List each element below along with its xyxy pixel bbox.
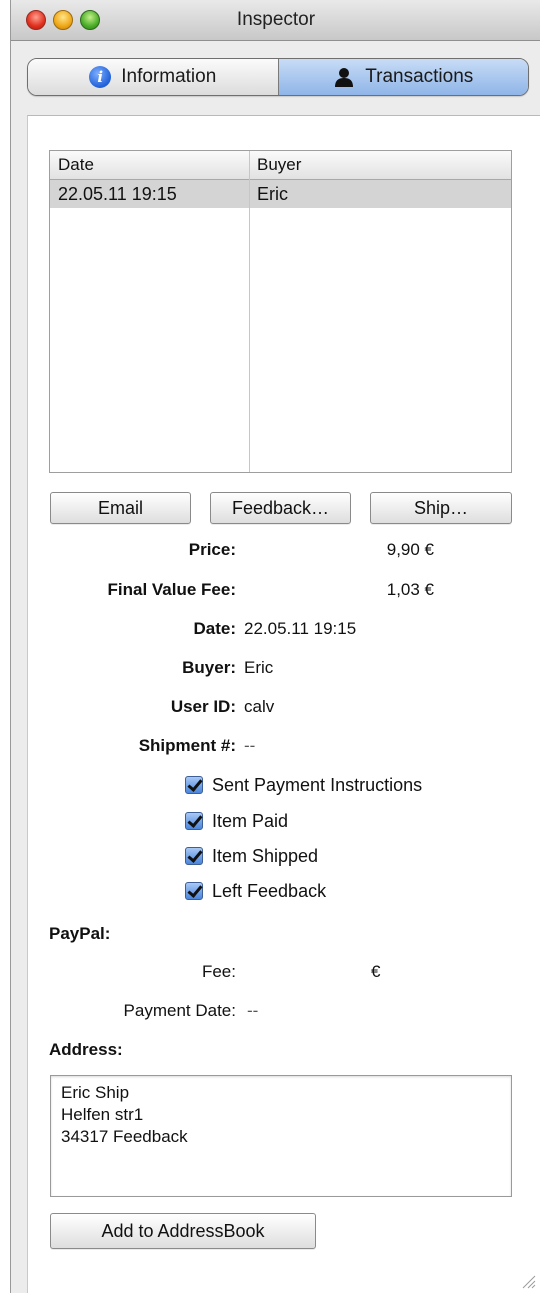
resize-grip-icon[interactable] xyxy=(518,1271,536,1289)
column-header-date[interactable]: Date xyxy=(58,155,94,175)
paypal-fee-currency: € xyxy=(371,962,381,981)
checkbox-checked-icon[interactable] xyxy=(185,847,203,865)
user-id-value: calv xyxy=(244,697,275,716)
buyer-value: Eric xyxy=(244,658,274,677)
shipment-value: -- xyxy=(244,736,256,755)
table-row[interactable]: 22.05.11 19:15 Eric xyxy=(50,180,511,208)
address-line: Helfen str1 xyxy=(61,1105,144,1124)
info-icon: i xyxy=(89,66,112,88)
checkbox-label: Item Paid xyxy=(212,810,289,831)
checkbox-checked-icon[interactable] xyxy=(185,812,203,830)
ship-button[interactable]: Ship… xyxy=(370,492,512,524)
feedback-button[interactable]: Feedback… xyxy=(210,492,351,524)
checkbox-label: Sent Payment Instructions xyxy=(212,774,423,795)
column-header-buyer[interactable]: Buyer xyxy=(257,155,301,175)
final-value-fee-value: 1,03 € xyxy=(386,580,434,599)
inspector-window: Inspector i Information Transactions Dat… xyxy=(10,0,540,1293)
paypal-fee-label: Fee: xyxy=(201,962,236,981)
tab-transactions-label: Transactions xyxy=(365,66,474,87)
date-value: 22.05.11 19:15 xyxy=(244,619,357,638)
inspector-tabs: i Information Transactions xyxy=(27,58,529,96)
address-line: 34317 Feedback xyxy=(61,1127,188,1146)
address-textarea[interactable]: Eric Ship Helfen str1 34317 Feedback xyxy=(50,1075,512,1197)
checkbox-item-shipped[interactable]: Item Shipped xyxy=(185,844,318,868)
column-divider xyxy=(249,151,250,472)
user-id-label: User ID: xyxy=(170,697,236,716)
shipment-label: Shipment #: xyxy=(138,736,236,755)
row-date-cell: 22.05.11 19:15 xyxy=(58,184,177,204)
add-to-addressbook-button[interactable]: Add to AddressBook xyxy=(50,1213,316,1249)
checkbox-item-paid[interactable]: Item Paid xyxy=(185,809,288,833)
price-label: Price: xyxy=(188,540,236,559)
checkbox-label: Item Shipped xyxy=(212,845,319,866)
checkbox-label: Left Feedback xyxy=(212,880,327,901)
table-header: Date Buyer xyxy=(50,151,511,180)
row-buyer-cell: Eric xyxy=(257,184,288,204)
checkbox-checked-icon[interactable] xyxy=(185,776,203,794)
title-bar[interactable]: Inspector xyxy=(11,0,540,41)
address-heading: Address: xyxy=(49,1040,123,1059)
payment-date-label: Payment Date: xyxy=(123,1001,236,1020)
price-value: 9,90 € xyxy=(386,540,434,559)
tab-information-label: Information xyxy=(121,66,217,87)
buyer-label: Buyer: xyxy=(182,658,236,677)
tab-transactions[interactable]: Transactions xyxy=(278,59,528,95)
paypal-heading: PayPal: xyxy=(49,924,111,943)
window-title: Inspector xyxy=(236,9,316,30)
payment-date-value: -- xyxy=(247,1001,259,1020)
checkbox-left-feedback[interactable]: Left Feedback xyxy=(185,879,326,903)
checkbox-checked-icon[interactable] xyxy=(185,882,203,900)
date-label: Date: xyxy=(193,619,236,638)
tab-information[interactable]: i Information xyxy=(28,59,279,95)
address-line: Eric Ship xyxy=(61,1083,130,1102)
transactions-table[interactable]: Date Buyer 22.05.11 19:15 Eric xyxy=(49,150,512,473)
person-icon xyxy=(333,66,355,88)
final-value-fee-label: Final Value Fee: xyxy=(107,580,237,599)
checkbox-sent-payment-instructions[interactable]: Sent Payment Instructions xyxy=(185,773,422,797)
email-button[interactable]: Email xyxy=(50,492,191,524)
